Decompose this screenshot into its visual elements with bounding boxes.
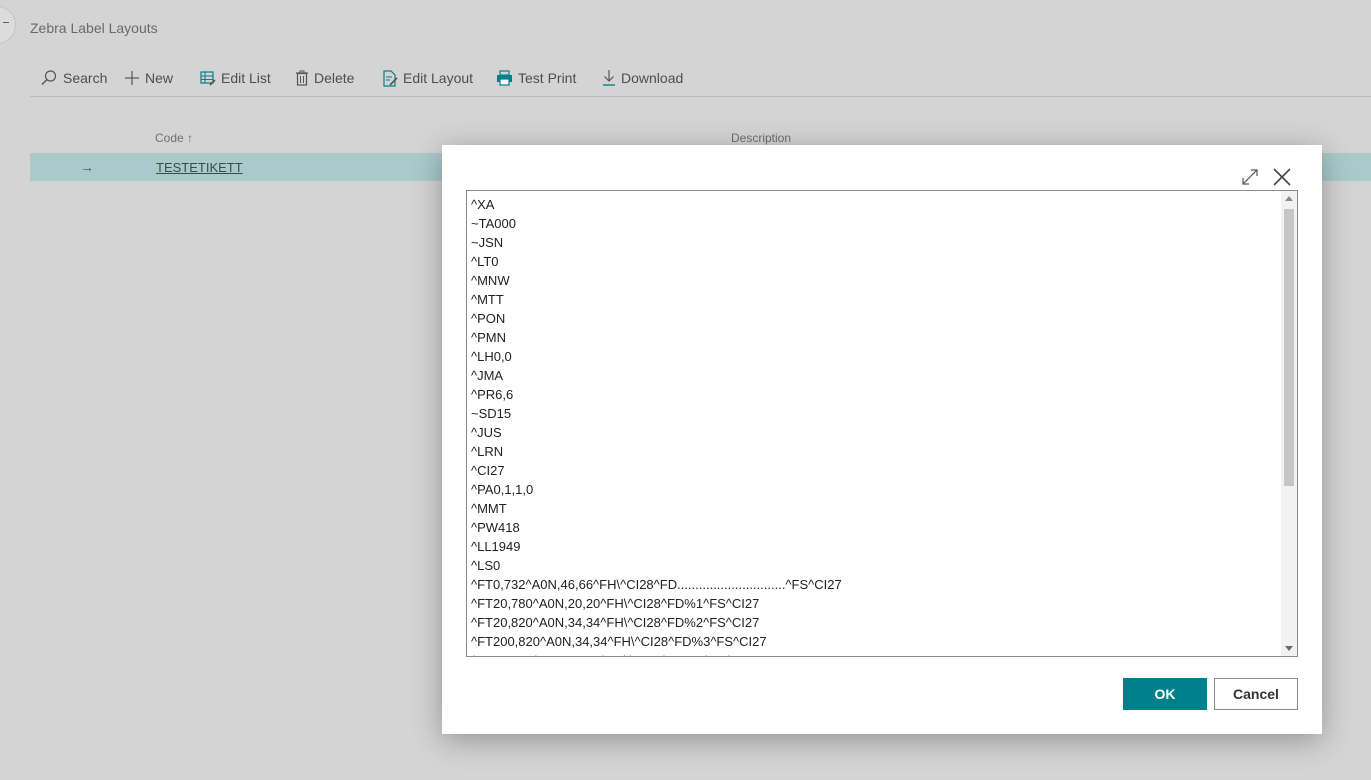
code-line: ^JMA	[471, 368, 504, 383]
code-line: ^PW418	[471, 520, 520, 535]
edit-document-icon	[383, 69, 398, 87]
code-line: ^LS0	[471, 558, 501, 573]
edit-list-icon	[200, 71, 216, 86]
ok-button[interactable]: OK	[1123, 678, 1207, 710]
vertical-scrollbar[interactable]	[1281, 191, 1297, 656]
download-button[interactable]: Download	[602, 68, 683, 88]
test-print-button[interactable]: Test Print	[496, 68, 576, 88]
scrollbar-thumb[interactable]	[1284, 209, 1294, 486]
code-line: ^LL1949	[471, 539, 521, 554]
code-line: ^FT20,860^A0N,34,34^FH\^CI28^FD%4^FS^CI2…	[471, 651, 842, 656]
row-arrow-icon: →	[80, 159, 94, 175]
code-line: ~SD15	[471, 406, 512, 421]
code-line: ^PR6,6	[471, 387, 514, 402]
code-line: ^LT0	[471, 254, 499, 269]
cancel-button[interactable]: Cancel	[1214, 678, 1298, 710]
code-line: ^MMT	[471, 501, 507, 516]
code-line: ^FT0,732^A0N,46,66^FH\^CI28^FD..........…	[471, 577, 842, 592]
edit-layout-label: Edit Layout	[403, 70, 474, 86]
code-line: ^MNW	[471, 273, 510, 288]
plus-icon	[125, 71, 139, 85]
code-line: ^FT20,820^A0N,34,34^FH\^CI28^FD%2^FS^CI2…	[471, 615, 760, 630]
column-header-code[interactable]: Code ↑	[155, 131, 193, 145]
code-line: ^MTT	[471, 292, 504, 307]
code-line: ^PON	[471, 311, 506, 326]
code-line: ^LH0,0	[471, 349, 512, 364]
delete-button[interactable]: Delete	[295, 68, 354, 88]
edit-list-button[interactable]: Edit List	[200, 68, 271, 88]
code-line: ^JUS	[471, 425, 502, 440]
new-label: New	[145, 70, 174, 86]
code-line: ~TA000	[471, 216, 516, 231]
new-button[interactable]: New	[124, 68, 173, 88]
edit-list-label: Edit List	[221, 70, 271, 86]
code-line: ^FT20,780^A0N,20,20^FH\^CI28^FD%1^FS^CI2…	[471, 596, 760, 611]
expand-icon[interactable]	[1240, 167, 1260, 187]
code-line: ^CI27	[471, 463, 505, 478]
code-text: ^XA ~TA000 ~JSN ^LT0 ^MNW ^MTT ^PON ^PMN ^LH0,0 ^…	[471, 195, 842, 656]
row-code-link[interactable]: TESTETIKETT	[156, 160, 243, 175]
back-button[interactable]	[0, 6, 16, 44]
code-line: ^FT200,820^A0N,34,34^FH\^CI28^FD%3^FS^CI…	[471, 634, 767, 649]
close-icon[interactable]	[1272, 167, 1292, 187]
scroll-down-arrow-icon[interactable]	[1285, 646, 1293, 651]
code-line: ^PMN	[471, 330, 506, 345]
page-title: Zebra Label Layouts	[30, 20, 158, 36]
layout-code-textarea[interactable]: ^XA ~TA000 ~JSN ^LT0 ^MNW ^MTT ^PON ^PMN ^LH0,0 ^…	[466, 190, 1298, 657]
printer-icon	[497, 70, 512, 86]
download-icon	[603, 70, 615, 86]
column-header-description[interactable]: Description	[731, 131, 791, 145]
code-line: ^PA0,1,1,0	[471, 482, 534, 497]
download-label: Download	[621, 70, 684, 86]
delete-label: Delete	[314, 70, 355, 86]
scroll-up-arrow-icon[interactable]	[1285, 196, 1293, 201]
trash-icon	[296, 70, 308, 86]
search-icon	[41, 70, 57, 85]
search-button[interactable]: Search	[40, 68, 107, 88]
back-arrow-icon	[3, 22, 9, 23]
code-line: ~JSN	[471, 235, 504, 250]
code-line: ^LRN	[471, 444, 504, 459]
search-label: Search	[63, 70, 108, 86]
test-print-label: Test Print	[518, 70, 577, 86]
layout-dialog: ^XA ~TA000 ~JSN ^LT0 ^MNW ^MTT ^PON ^PMN ^LH0,0 ^…	[442, 145, 1322, 734]
action-bar: Search New Edit List Delete Edit Layout …	[30, 58, 1371, 97]
code-line: ^XA	[471, 197, 495, 212]
edit-layout-button[interactable]: Edit Layout	[382, 68, 473, 88]
